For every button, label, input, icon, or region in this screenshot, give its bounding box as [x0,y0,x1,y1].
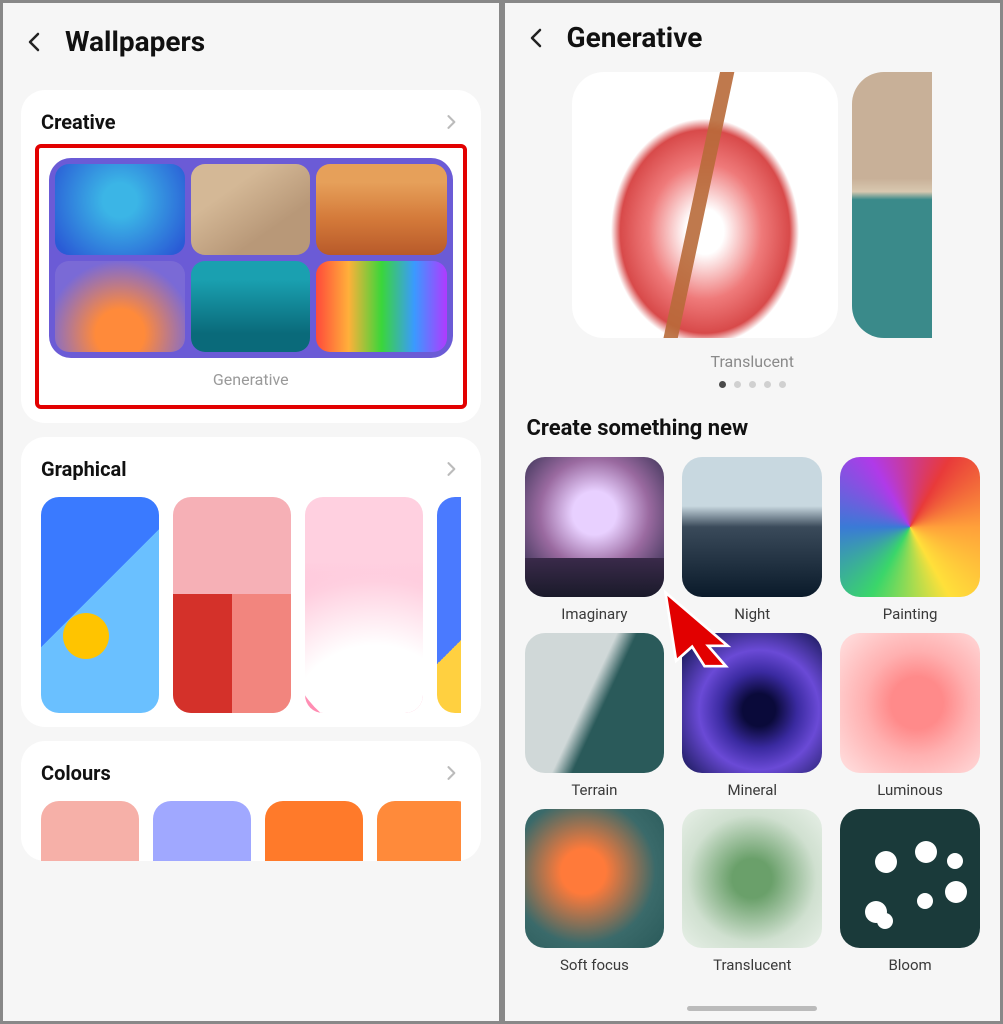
graphical-card: Graphical [21,437,481,727]
hero-caption: Translucent [505,352,1001,371]
back-icon[interactable] [23,30,47,54]
wallpaper-thumb[interactable] [305,497,423,713]
graphical-header[interactable]: Graphical [41,457,461,481]
annotation-highlight: Generative [35,144,467,409]
header: Wallpapers [3,3,499,76]
colours-title: Colours [41,761,111,785]
chevron-right-icon [441,112,461,132]
style-item-mineral[interactable]: Mineral [682,633,822,799]
carousel-dot[interactable] [734,381,741,388]
colours-card: Colours [21,741,481,861]
style-label: Mineral [682,781,822,799]
generative-thumbnail[interactable] [49,158,453,358]
style-thumb [682,633,822,773]
style-item-luminous[interactable]: Luminous [840,633,980,799]
generative-screen: Generative Translucent Create something … [502,0,1003,1024]
carousel-dots [505,381,1001,388]
style-item-translucent[interactable]: Translucent [682,809,822,975]
back-icon[interactable] [525,26,549,50]
wallpaper-thumb[interactable] [41,497,159,713]
style-thumb [525,809,665,949]
wallpaper-thumb[interactable] [173,497,291,713]
home-indicator[interactable] [687,1006,817,1011]
wallpaper-thumb[interactable] [437,497,461,713]
style-label: Soft focus [525,956,665,974]
carousel-dot[interactable] [719,381,726,388]
style-item-night[interactable]: Night [682,457,822,623]
header: Generative [505,3,1001,72]
graphical-row[interactable] [41,497,461,713]
graphical-title: Graphical [41,457,127,481]
style-thumb [525,633,665,773]
style-thumb [840,457,980,597]
hero-image-next[interactable] [852,72,932,338]
hero-carousel[interactable] [505,72,1001,338]
generative-caption: Generative [49,370,453,389]
carousel-dot[interactable] [749,381,756,388]
style-label: Bloom [840,956,980,974]
style-label: Imaginary [525,605,665,623]
creative-card: Creative Generative [21,90,481,423]
colours-row[interactable] [41,801,461,861]
style-label: Painting [840,605,980,623]
styles-grid: Imaginary Night Painting Terrain Mineral Lumi… [505,457,1001,974]
style-thumb [840,633,980,773]
style-label: Terrain [525,781,665,799]
colour-swatch[interactable] [153,801,251,861]
style-item-imaginary[interactable]: Imaginary [525,457,665,623]
hero-image[interactable] [572,72,838,338]
wallpapers-screen: Wallpapers Creative Generative [0,0,502,1024]
style-label: Translucent [682,956,822,974]
style-thumb [682,457,822,597]
carousel-dot[interactable] [764,381,771,388]
style-thumb [525,457,665,597]
create-heading: Create something new [505,388,1001,457]
page-title: Wallpapers [65,25,205,58]
colour-swatch[interactable] [377,801,461,861]
style-thumb [840,809,980,949]
colours-header[interactable]: Colours [41,761,461,785]
colour-swatch[interactable] [41,801,139,861]
carousel-dot[interactable] [779,381,786,388]
chevron-right-icon [441,763,461,783]
style-item-terrain[interactable]: Terrain [525,633,665,799]
style-item-soft-focus[interactable]: Soft focus [525,809,665,975]
creative-title: Creative [41,110,116,134]
generative-collage [49,158,453,358]
style-label: Luminous [840,781,980,799]
colour-swatch[interactable] [265,801,363,861]
style-thumb [682,809,822,949]
chevron-right-icon [441,459,461,479]
style-item-painting[interactable]: Painting [840,457,980,623]
page-title: Generative [567,21,703,54]
style-item-bloom[interactable]: Bloom [840,809,980,975]
style-label: Night [682,605,822,623]
creative-header[interactable]: Creative [41,110,461,134]
